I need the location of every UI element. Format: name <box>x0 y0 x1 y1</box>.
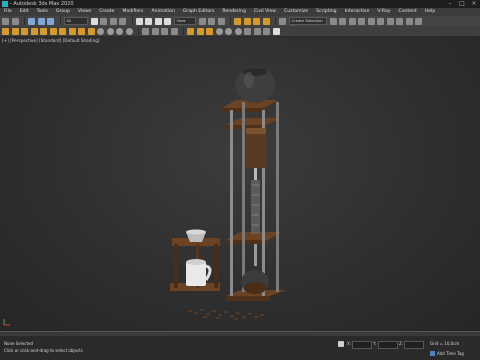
x-coord-field[interactable] <box>352 341 372 349</box>
viewport-axis-tripod <box>3 319 10 326</box>
add-time-tag-button[interactable]: Add Time Tag <box>430 351 464 356</box>
grid-size: Grid = 10,0cm <box>430 341 460 346</box>
status-text: None Selected Click or click-and-drag to… <box>4 340 83 354</box>
selection-lock-icon[interactable] <box>338 341 344 347</box>
scene-render <box>3 67 286 326</box>
add-time-tag-label: Add Time Tag <box>437 351 464 356</box>
status-bar: None Selected Click or click-and-drag to… <box>0 336 480 360</box>
selection-status: None Selected <box>4 341 34 346</box>
z-coord-field[interactable] <box>404 341 424 349</box>
x-coord-label: X: <box>347 341 352 346</box>
cold-brew-tower <box>222 67 286 301</box>
side-stand <box>170 229 220 291</box>
y-coord-label: Y: <box>373 341 377 346</box>
time-tag-icon <box>430 351 435 356</box>
prompt-line: Click or click-and-drag to select object… <box>4 348 83 353</box>
coffee-beans <box>188 309 264 320</box>
y-coord-field[interactable] <box>378 341 398 349</box>
z-coord-label: Z: <box>399 341 404 346</box>
